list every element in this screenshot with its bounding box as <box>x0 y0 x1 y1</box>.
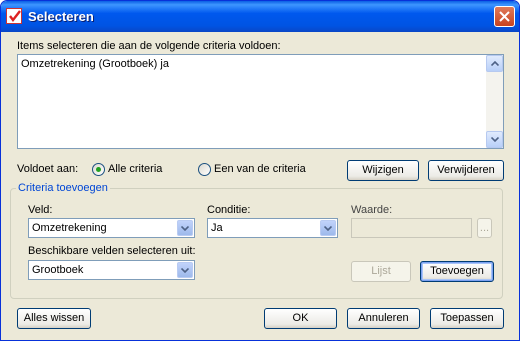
window-title: Selecteren <box>28 9 94 24</box>
app-checkmark-icon <box>6 8 22 24</box>
criteria-list-item[interactable]: Omzetrekening (Grootboek) ja <box>21 58 169 70</box>
apply-button[interactable]: Toepassen <box>430 308 504 329</box>
radio-one-criteria[interactable] <box>198 163 211 176</box>
value-browse-button[interactable]: ... <box>477 218 492 238</box>
dialog-client: Items selecteren die aan de volgende cri… <box>4 32 516 337</box>
scroll-down-button[interactable] <box>486 131 503 148</box>
available-fields-select-value: Grootboek <box>32 264 84 276</box>
clear-all-button[interactable]: Alles wissen <box>17 308 91 329</box>
available-fields-select[interactable]: Grootboek <box>28 260 195 280</box>
value-label: Waarde: <box>351 204 393 216</box>
condition-select-value: Ja <box>211 222 223 234</box>
chevron-down-icon <box>181 226 189 231</box>
change-button[interactable]: Wijzigen <box>347 160 419 181</box>
criteria-list[interactable]: Omzetrekening (Grootboek) ja <box>17 54 504 149</box>
value-input[interactable] <box>351 218 472 238</box>
title-bar[interactable]: Selecteren <box>1 1 519 32</box>
field-select[interactable]: Omzetrekening <box>28 218 195 238</box>
close-button[interactable] <box>494 6 515 27</box>
field-select-dropdown[interactable] <box>177 220 193 236</box>
criteria-list-label: Items selecteren die aan de volgende cri… <box>17 40 281 52</box>
close-icon <box>499 11 510 22</box>
scroll-up-button[interactable] <box>486 55 503 72</box>
radio-all-criteria-label[interactable]: Alle criteria <box>108 163 162 175</box>
criteria-list-scrollbar[interactable] <box>486 55 503 148</box>
delete-button[interactable]: Verwijderen <box>428 160 504 181</box>
available-fields-label: Beschikbare velden selecteren uit: <box>28 245 196 257</box>
radio-all-criteria[interactable] <box>92 163 105 176</box>
list-button[interactable]: Lijst <box>351 261 411 282</box>
cancel-button[interactable]: Annuleren <box>347 308 420 329</box>
radio-one-criteria-label[interactable]: Een van de criteria <box>214 163 306 175</box>
field-label: Veld: <box>28 204 53 216</box>
available-fields-dropdown[interactable] <box>177 262 193 278</box>
field-select-value: Omzetrekening <box>32 222 107 234</box>
selecteren-dialog: Selecteren Items selecteren die aan de v… <box>0 0 520 341</box>
add-criteria-title: Criteria toevoegen <box>16 182 110 194</box>
chevron-down-icon <box>181 268 189 273</box>
match-label: Voldoet aan: <box>17 163 79 175</box>
add-button[interactable]: Toevoegen <box>420 261 494 282</box>
chevron-down-icon <box>324 226 332 231</box>
condition-label: Conditie: <box>207 204 251 216</box>
condition-select[interactable]: Ja <box>207 218 338 238</box>
chevron-up-icon <box>491 61 499 66</box>
add-criteria-group <box>10 188 503 299</box>
ok-button[interactable]: OK <box>264 308 337 329</box>
condition-select-dropdown[interactable] <box>320 220 336 236</box>
chevron-down-icon <box>491 137 499 142</box>
